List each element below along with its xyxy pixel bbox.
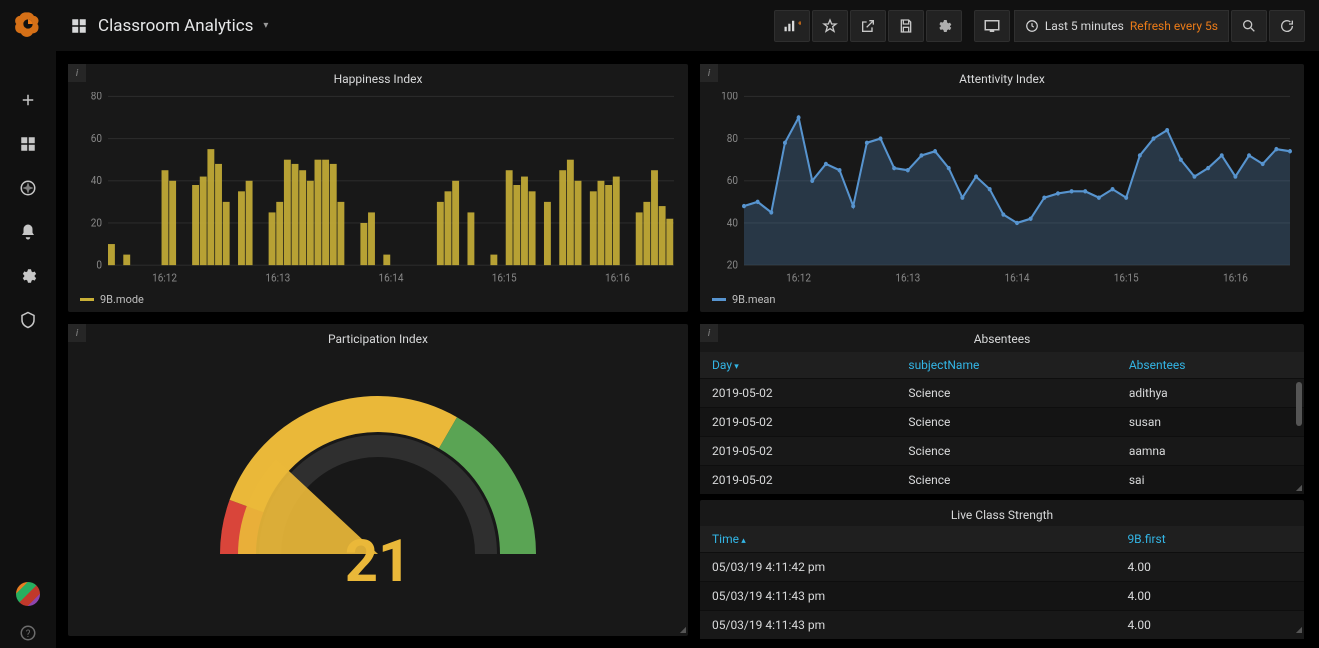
panel-title[interactable]: Attentivity Index: [700, 64, 1304, 92]
panel-info-icon[interactable]: i: [700, 64, 718, 82]
svg-text:80: 80: [91, 92, 102, 103]
col-time[interactable]: Time: [700, 526, 1115, 553]
svg-text:20: 20: [91, 216, 102, 230]
svg-text:100: 100: [721, 92, 738, 103]
table-scrollbar[interactable]: [1296, 382, 1302, 426]
clock-icon: [1025, 19, 1039, 33]
table-row[interactable]: 2019-05-02Scienceaamna: [700, 437, 1304, 466]
panel-attentivity-index: i Attentivity Index 20 40 60 80 100 16:12 16:1…: [700, 64, 1304, 312]
resize-handle-icon[interactable]: ◢: [1296, 625, 1302, 634]
refresh-interval-label: Refresh every 5s: [1130, 19, 1218, 33]
save-button[interactable]: [888, 10, 924, 42]
svg-text:60: 60: [727, 174, 738, 188]
grafana-logo-icon[interactable]: [14, 10, 42, 41]
side-nav: ?: [0, 0, 56, 648]
dashboard-title: Classroom Analytics: [98, 16, 253, 36]
resize-handle-icon[interactable]: ◢: [680, 625, 686, 634]
panel-happiness-index: i Happiness Index 0 20 40 60 80 16:12 16:13 16:…: [68, 64, 688, 312]
time-range-label: Last 5 minutes: [1045, 19, 1124, 33]
time-range-picker[interactable]: Last 5 minutes Refresh every 5s: [1014, 10, 1229, 42]
table-row[interactable]: 2019-05-02Sciencesai: [700, 466, 1304, 495]
resize-handle-icon[interactable]: ◢: [1296, 483, 1302, 492]
strength-table: Time 9B.first 05/03/19 4:11:42 pm4.0005/…: [700, 526, 1304, 639]
svg-text:+: +: [798, 19, 801, 27]
svg-text:80: 80: [727, 131, 738, 145]
col-9b-first[interactable]: 9B.first: [1115, 526, 1304, 553]
absentees-table: Day subjectName Absentees 2019-05-02Scie…: [700, 352, 1304, 494]
star-button[interactable]: [812, 10, 848, 42]
svg-text:16:14: 16:14: [1005, 271, 1030, 285]
panel-title[interactable]: Happiness Index: [68, 64, 688, 92]
explore-icon[interactable]: [19, 179, 37, 197]
svg-text:?: ?: [26, 629, 31, 640]
svg-text:0: 0: [96, 258, 102, 272]
col-subject[interactable]: subjectName: [896, 352, 1116, 379]
refresh-button[interactable]: [1269, 10, 1305, 42]
legend-label: 9B.mean: [732, 293, 775, 306]
server-admin-icon[interactable]: [19, 311, 37, 329]
happiness-chart[interactable]: 0 20 40 60 80 16:12 16:13 16:14 16:15 16:16: [78, 92, 678, 285]
panel-absentees: i Absentees Day subjectName Absentees 20…: [700, 324, 1304, 494]
legend-swatch: [712, 298, 726, 301]
svg-text:16:14: 16:14: [379, 271, 404, 285]
gauge-value: 21: [345, 528, 412, 596]
add-icon[interactable]: [19, 91, 37, 109]
svg-text:16:15: 16:15: [492, 271, 517, 285]
attentivity-chart[interactable]: 20 40 60 80 100 16:12 16:13 16:14 16:15 16:16: [710, 92, 1294, 285]
col-day[interactable]: Day: [700, 352, 896, 379]
svg-text:16:16: 16:16: [605, 271, 630, 285]
participation-gauge: 21: [68, 352, 688, 636]
share-button[interactable]: [850, 10, 886, 42]
col-absentees[interactable]: Absentees: [1117, 352, 1304, 379]
svg-text:16:13: 16:13: [265, 271, 290, 285]
legend-label: 9B.mode: [100, 293, 144, 306]
svg-text:40: 40: [91, 174, 102, 188]
table-row[interactable]: 2019-05-02Scienceadithya: [700, 379, 1304, 408]
legend-swatch: [80, 298, 94, 301]
svg-text:16:16: 16:16: [1223, 271, 1248, 285]
chevron-down-icon: ▾: [263, 20, 268, 31]
user-avatar[interactable]: [16, 582, 40, 606]
dashboard-picker[interactable]: Classroom Analytics ▾: [70, 16, 268, 36]
panel-info-icon[interactable]: i: [700, 324, 718, 342]
dashboard-grid-icon: [70, 17, 88, 35]
svg-text:40: 40: [727, 216, 738, 230]
panel-title[interactable]: Absentees: [700, 324, 1304, 352]
svg-text:16:12: 16:12: [786, 271, 811, 285]
right-column: i Absentees Day subjectName Absentees 20…: [700, 324, 1304, 636]
svg-text:16:13: 16:13: [895, 271, 920, 285]
dashboards-icon[interactable]: [19, 135, 37, 153]
top-bar: Classroom Analytics ▾ + Last 5 minutes R…: [56, 0, 1319, 52]
configuration-icon[interactable]: [19, 267, 37, 285]
dashboard-grid: i Happiness Index 0 20 40 60 80 16:12 16:13 16:…: [56, 52, 1319, 648]
svg-text:16:12: 16:12: [152, 271, 177, 285]
add-panel-button[interactable]: +: [774, 10, 810, 42]
cycle-view-button[interactable]: [974, 10, 1010, 42]
table-row[interactable]: 05/03/19 4:11:43 pm4.00: [700, 582, 1304, 611]
table-row[interactable]: 05/03/19 4:11:43 pm4.00: [700, 611, 1304, 640]
panel-participation-index: i Participation Index: [68, 324, 688, 636]
panel-live-class-strength: Live Class Strength Time 9B.first 05/03/…: [700, 500, 1304, 636]
svg-text:60: 60: [91, 131, 102, 145]
panel-legend: 9B.mean: [700, 289, 1304, 312]
settings-button[interactable]: [926, 10, 962, 42]
svg-text:16:15: 16:15: [1114, 271, 1139, 285]
zoom-out-button[interactable]: [1231, 10, 1267, 42]
panel-info-icon[interactable]: i: [68, 324, 86, 342]
alerting-icon[interactable]: [19, 223, 37, 241]
svg-text:20: 20: [727, 258, 738, 272]
panel-info-icon[interactable]: i: [68, 64, 86, 82]
panel-title[interactable]: Participation Index: [68, 324, 688, 352]
table-row[interactable]: 2019-05-02Sciencesusan: [700, 408, 1304, 437]
panel-title[interactable]: Live Class Strength: [700, 500, 1304, 526]
table-row[interactable]: 05/03/19 4:11:42 pm4.00: [700, 553, 1304, 582]
panel-legend: 9B.mode: [68, 289, 688, 312]
help-icon[interactable]: ?: [19, 624, 37, 642]
